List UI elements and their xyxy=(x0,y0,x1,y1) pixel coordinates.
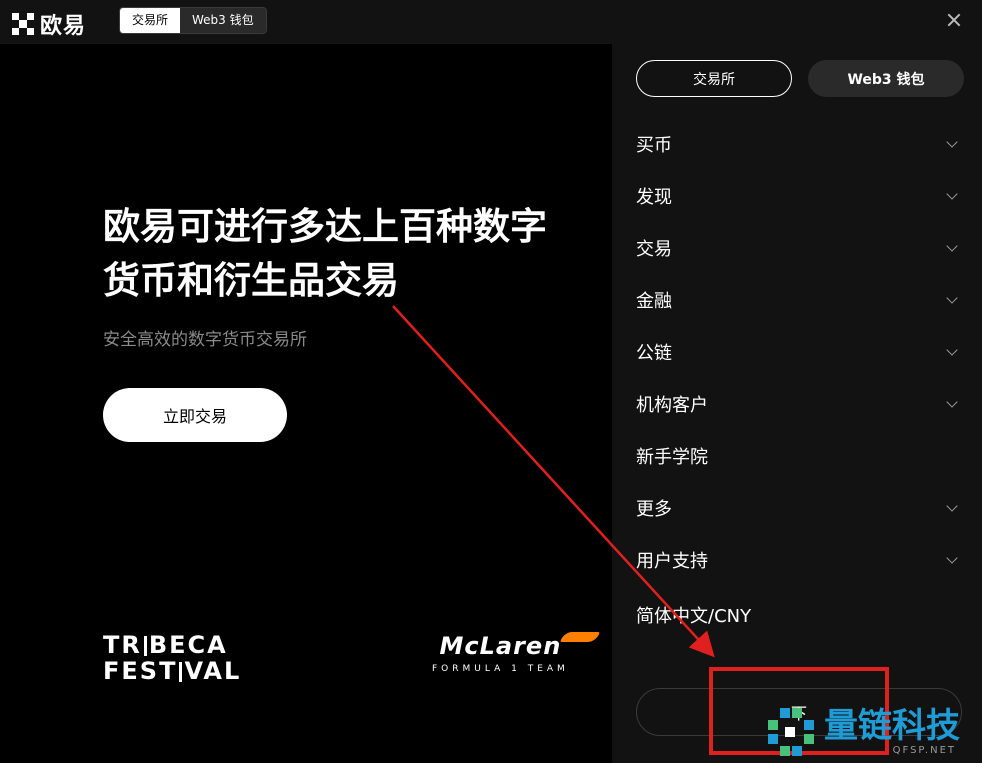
qfsp-logo-icon xyxy=(762,704,818,760)
watermark: 量链科技 QFSP.NET xyxy=(762,700,982,763)
annotation-arrow xyxy=(392,305,715,658)
watermark-text: 量链科技 xyxy=(824,706,960,746)
watermark-domain: QFSP.NET xyxy=(892,745,956,756)
